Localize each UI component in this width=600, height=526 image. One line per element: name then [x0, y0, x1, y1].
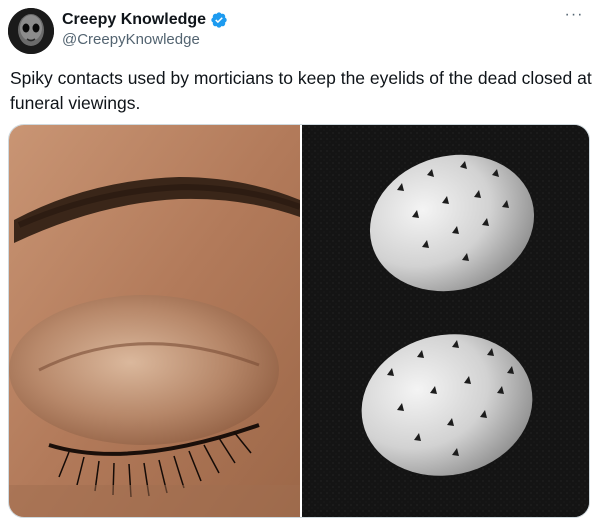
- author-row: Creepy Knowledge: [62, 10, 228, 30]
- closed-eye-icon: [9, 125, 300, 517]
- verified-badge-icon: [211, 12, 227, 28]
- spiky-eye-caps-icon: [302, 125, 589, 517]
- avatar[interactable]: [8, 8, 54, 54]
- spiky-eye-caps-image[interactable]: [302, 125, 589, 517]
- media-grid[interactable]: [8, 124, 590, 518]
- author-display-name[interactable]: Creepy Knowledge: [62, 11, 206, 29]
- tweet-text: Spiky contacts used by morticians to kee…: [10, 68, 592, 113]
- tweet-card: Creepy Knowledge @CreepyKnowledge ··· Sp…: [0, 0, 600, 526]
- more-options-button[interactable]: ···: [562, 6, 586, 26]
- closed-eye-image[interactable]: [9, 125, 300, 517]
- skull-face-icon: [8, 8, 54, 54]
- author-handle[interactable]: @CreepyKnowledge: [62, 31, 200, 48]
